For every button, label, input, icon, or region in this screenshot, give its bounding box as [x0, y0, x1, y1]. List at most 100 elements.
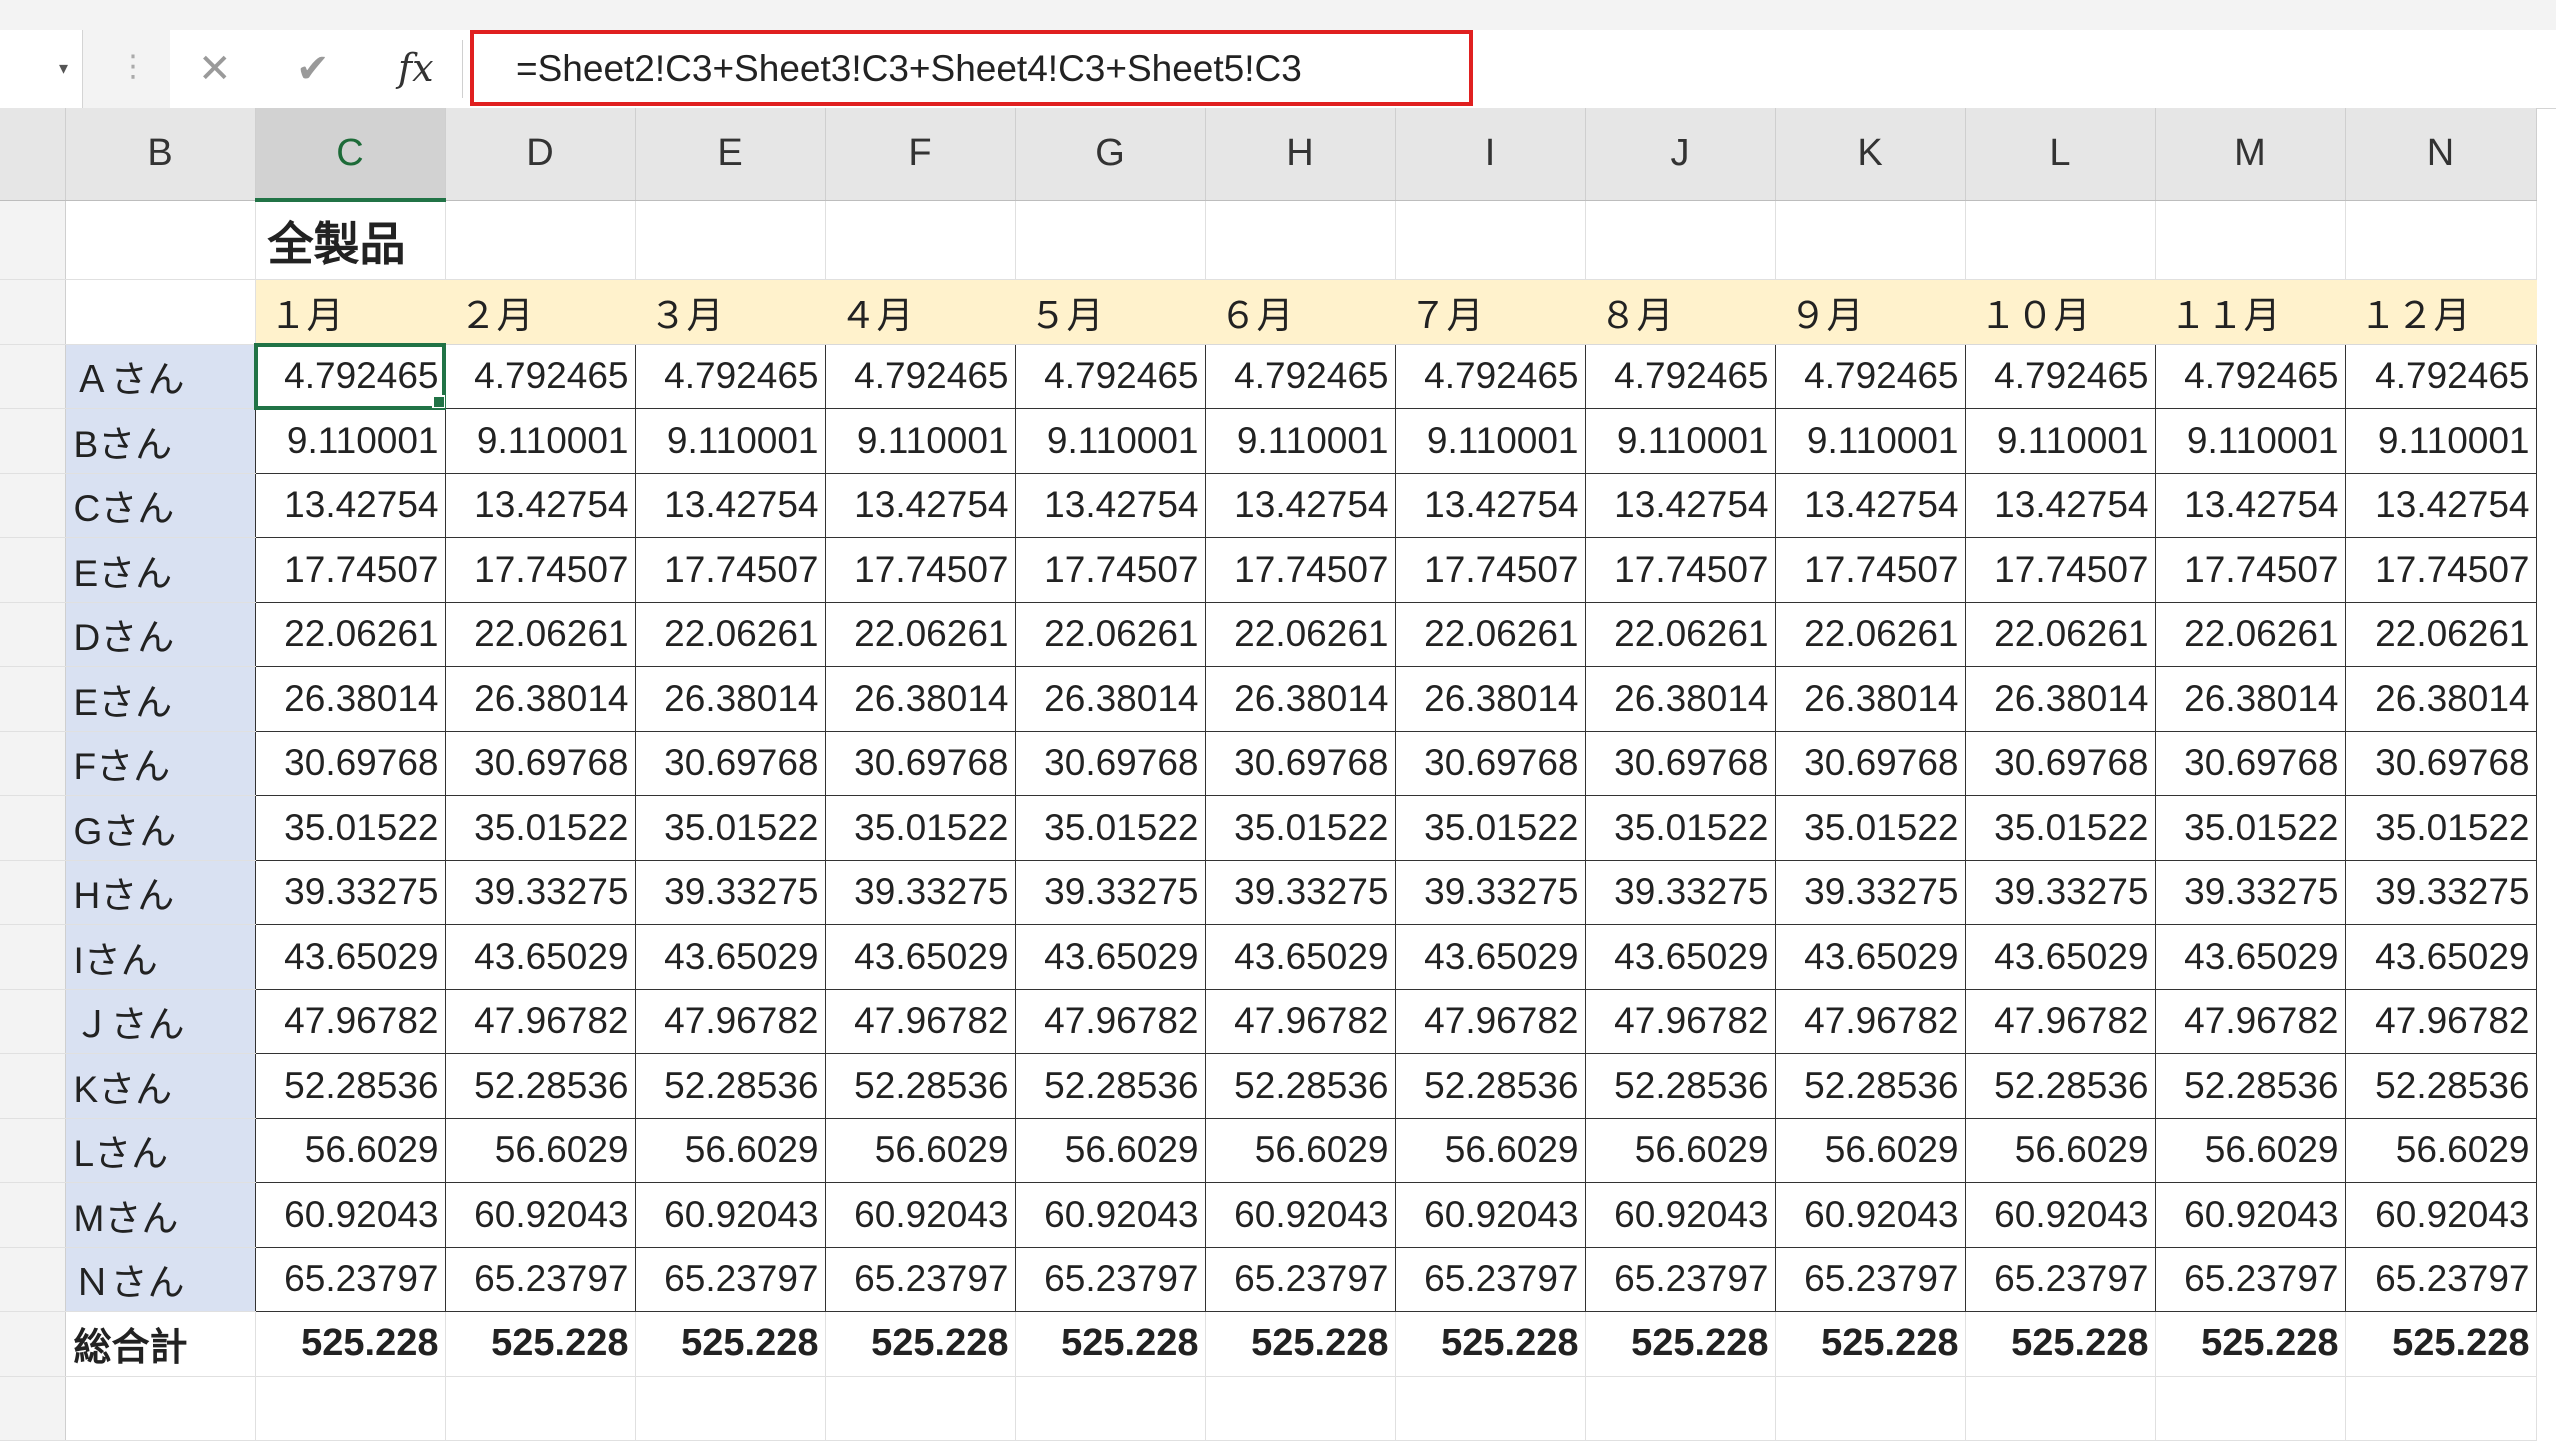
value-cell[interactable]: 35.01522 [824, 795, 1016, 861]
value-cell[interactable]: 17.74507 [254, 537, 446, 603]
value-cell[interactable]: 30.69768 [254, 730, 446, 796]
value-cell[interactable]: 17.74507 [2154, 537, 2346, 603]
value-cell[interactable]: 39.33275 [2344, 859, 2537, 925]
value-cell[interactable]: 17.74507 [1204, 537, 1396, 603]
value-cell[interactable]: 60.92043 [1584, 1182, 1776, 1248]
value-cell[interactable]: 4.792465 [1204, 343, 1396, 409]
value-cell[interactable]: 9.110001 [824, 408, 1016, 474]
cell[interactable] [1205, 200, 1396, 280]
value-cell[interactable]: 26.38014 [1774, 666, 1966, 732]
person-name[interactable]: Eさん [65, 666, 256, 732]
row-header[interactable] [0, 860, 66, 925]
value-cell[interactable]: 35.01522 [2344, 795, 2537, 861]
value-cell[interactable]: 35.01522 [1014, 795, 1206, 861]
value-cell[interactable]: 56.6029 [1964, 1117, 2156, 1183]
month-header[interactable]: ９月 [1775, 279, 1966, 345]
select-all-corner[interactable] [0, 108, 66, 201]
value-cell[interactable]: 22.06261 [1014, 601, 1206, 667]
row-header[interactable] [0, 344, 66, 409]
value-cell[interactable]: 26.38014 [444, 666, 636, 732]
month-header[interactable]: １２月 [2345, 279, 2537, 345]
total-value[interactable]: 525.228 [2345, 1311, 2537, 1377]
value-cell[interactable]: 30.69768 [1584, 730, 1776, 796]
value-cell[interactable]: 65.23797 [1394, 1246, 1586, 1312]
cell[interactable] [2155, 1376, 2346, 1441]
value-cell[interactable]: 56.6029 [2344, 1117, 2537, 1183]
value-cell[interactable]: 65.23797 [254, 1246, 446, 1312]
value-cell[interactable]: 60.92043 [444, 1182, 636, 1248]
value-cell[interactable]: 22.06261 [1584, 601, 1776, 667]
value-cell[interactable]: 39.33275 [254, 859, 446, 925]
value-cell[interactable]: 17.74507 [1014, 537, 1206, 603]
value-cell[interactable]: 65.23797 [2344, 1246, 2537, 1312]
row-header[interactable] [0, 795, 66, 861]
value-cell[interactable]: 30.69768 [824, 730, 1016, 796]
cell[interactable] [1585, 1376, 1776, 1441]
column-header-d[interactable]: D [445, 108, 636, 201]
cell[interactable] [635, 1376, 826, 1441]
month-header[interactable]: １１月 [2155, 279, 2346, 345]
value-cell[interactable]: 60.92043 [2344, 1182, 2537, 1248]
value-cell[interactable]: 4.792465 [1014, 343, 1206, 409]
value-cell[interactable]: 43.65029 [1014, 924, 1206, 990]
value-cell[interactable]: 13.42754 [254, 472, 446, 538]
value-cell[interactable]: 9.110001 [1014, 408, 1206, 474]
value-cell[interactable]: 4.792465 [824, 343, 1016, 409]
value-cell[interactable]: 26.38014 [1014, 666, 1206, 732]
column-header-l[interactable]: L [1965, 108, 2156, 201]
value-cell[interactable]: 52.28536 [1014, 1053, 1206, 1119]
row-header[interactable] [0, 989, 66, 1054]
value-cell[interactable]: 43.65029 [634, 924, 826, 990]
value-cell[interactable]: 52.28536 [1584, 1053, 1776, 1119]
value-cell[interactable]: 35.01522 [1204, 795, 1396, 861]
value-cell[interactable]: 65.23797 [1774, 1246, 1966, 1312]
row-header[interactable] [0, 1182, 66, 1248]
value-cell[interactable]: 47.96782 [1964, 988, 2156, 1054]
value-cell[interactable]: 35.01522 [634, 795, 826, 861]
column-header-n[interactable]: N [2345, 108, 2537, 201]
column-header-b[interactable]: B [65, 108, 256, 201]
value-cell[interactable]: 9.110001 [634, 408, 826, 474]
column-header-f[interactable]: F [825, 108, 1016, 201]
cell[interactable] [1205, 1376, 1396, 1441]
value-cell[interactable]: 35.01522 [1584, 795, 1776, 861]
value-cell[interactable]: 26.38014 [1394, 666, 1586, 732]
value-cell[interactable]: 43.65029 [1584, 924, 1776, 990]
person-name[interactable]: Ａさん [65, 344, 256, 409]
value-cell[interactable]: 56.6029 [1774, 1117, 1966, 1183]
cell[interactable] [1395, 1376, 1586, 1441]
value-cell[interactable]: 52.28536 [1774, 1053, 1966, 1119]
value-cell[interactable]: 39.33275 [634, 859, 826, 925]
cell[interactable] [445, 1376, 636, 1441]
value-cell[interactable]: 9.110001 [1584, 408, 1776, 474]
cell[interactable] [2345, 200, 2537, 280]
value-cell[interactable]: 26.38014 [2344, 666, 2537, 732]
row-header[interactable] [0, 1118, 66, 1183]
value-cell[interactable]: 17.74507 [2344, 537, 2537, 603]
value-cell[interactable]: 30.69768 [1014, 730, 1206, 796]
cancel-icon[interactable]: ✕ [198, 46, 232, 92]
value-cell[interactable]: 22.06261 [1204, 601, 1396, 667]
row-header[interactable] [0, 1376, 66, 1441]
person-name[interactable]: Mさん [65, 1182, 256, 1248]
month-header[interactable]: ７月 [1395, 279, 1586, 345]
value-cell[interactable]: 56.6029 [1394, 1117, 1586, 1183]
row-header[interactable] [0, 408, 66, 474]
value-cell[interactable]: 56.6029 [634, 1117, 826, 1183]
value-cell[interactable]: 52.28536 [254, 1053, 446, 1119]
value-cell[interactable]: 4.792465 [1394, 343, 1586, 409]
value-cell[interactable]: 65.23797 [1014, 1246, 1206, 1312]
value-cell[interactable]: 4.792465 [444, 343, 636, 409]
value-cell[interactable]: 43.65029 [1964, 924, 2156, 990]
value-cell[interactable]: 39.33275 [444, 859, 636, 925]
total-value[interactable]: 525.228 [1775, 1311, 1966, 1377]
value-cell[interactable]: 43.65029 [444, 924, 636, 990]
total-value[interactable]: 525.228 [1965, 1311, 2156, 1377]
month-header[interactable]: ２月 [445, 279, 636, 345]
value-cell[interactable]: 26.38014 [634, 666, 826, 732]
row-header[interactable] [0, 473, 66, 538]
row-header[interactable] [0, 200, 66, 280]
value-cell[interactable]: 35.01522 [444, 795, 636, 861]
value-cell[interactable]: 22.06261 [444, 601, 636, 667]
value-cell[interactable]: 22.06261 [824, 601, 1016, 667]
